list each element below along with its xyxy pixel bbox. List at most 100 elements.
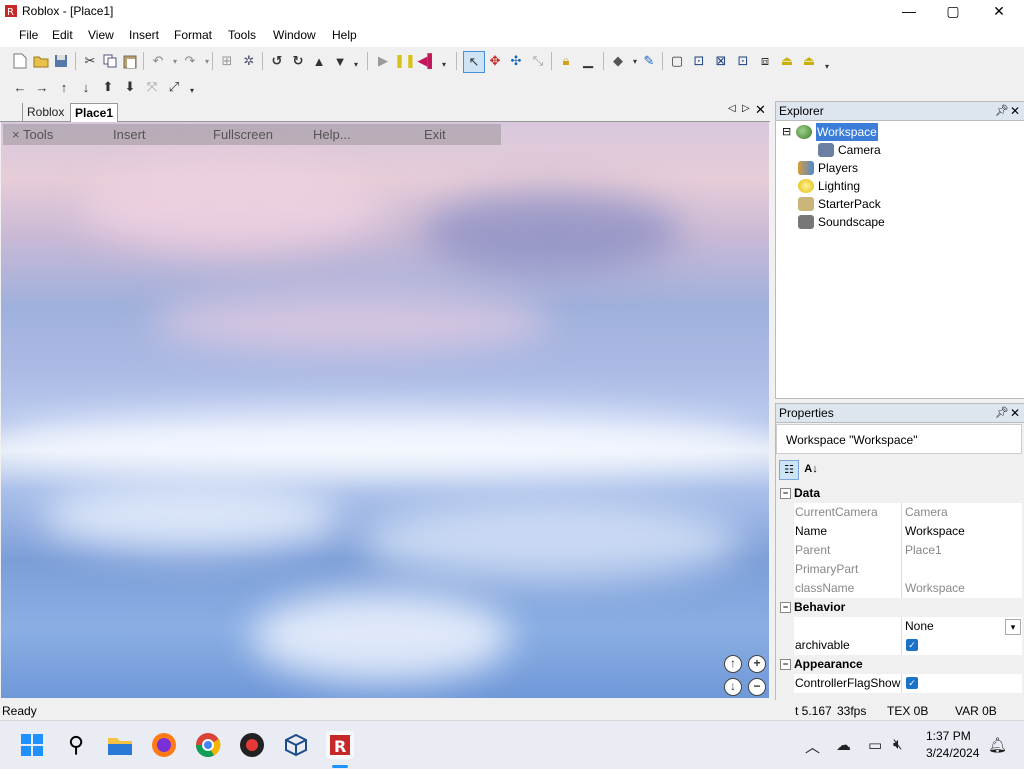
camera-up-icon[interactable]: ↑ bbox=[724, 655, 742, 673]
windows-start-icon[interactable] bbox=[18, 731, 46, 759]
category-appearance[interactable]: − Appearance bbox=[776, 655, 1022, 674]
frame4-icon[interactable]: ⧈ bbox=[756, 52, 774, 70]
category-behavior[interactable]: − Behavior bbox=[776, 598, 1022, 617]
file-explorer-icon[interactable] bbox=[106, 731, 134, 759]
categorized-sort-icon[interactable]: ☷ bbox=[779, 460, 799, 480]
viewport-tools-button[interactable]: × Tools bbox=[12, 127, 53, 142]
rotate-icon[interactable]: ↺ bbox=[268, 52, 286, 70]
name-value-field[interactable]: Workspace bbox=[901, 522, 1022, 541]
dropper-icon[interactable]: ✎ bbox=[640, 52, 658, 70]
redo-icon[interactable]: ↷ bbox=[181, 52, 199, 70]
tilt-icon[interactable]: ↻ bbox=[289, 52, 307, 70]
controller-select[interactable]: None bbox=[901, 617, 1022, 636]
tab-scroll-left-icon[interactable]: ◁ bbox=[728, 103, 736, 114]
chrome-icon[interactable] bbox=[194, 731, 222, 759]
clock-time[interactable]: 1:37 PM bbox=[926, 729, 971, 743]
triangle-up-icon[interactable]: ⬆ bbox=[99, 78, 117, 96]
lock-icon[interactable]: 🔒︎ bbox=[557, 52, 575, 70]
roblox-icon[interactable]: R bbox=[326, 731, 354, 759]
maximize-button[interactable]: ▢ bbox=[930, 0, 976, 23]
paint-icon[interactable]: ◆ bbox=[609, 52, 627, 70]
frame2-icon[interactable]: ⊠ bbox=[712, 52, 730, 70]
tray-chevron-up-icon[interactable]: ︿ bbox=[805, 736, 820, 757]
rect-icon[interactable]: ▢ bbox=[668, 52, 686, 70]
menu-window[interactable]: Window bbox=[273, 28, 316, 42]
property-row-currentcamera[interactable]: CurrentCamera Camera bbox=[776, 503, 1022, 522]
viewport-insert-button[interactable]: Insert bbox=[113, 127, 146, 142]
tree-item-starterpack[interactable]: StarterPack bbox=[798, 195, 881, 213]
3d-viewport[interactable]: × Tools Insert Fullscreen Help... Exit ↑… bbox=[1, 122, 769, 698]
toolbar-overflow-icon-2[interactable]: ▾ bbox=[440, 52, 448, 70]
close-button[interactable]: ✕ bbox=[976, 0, 1022, 23]
drop-up-icon[interactable]: ⏏ bbox=[778, 52, 796, 70]
frame1-icon[interactable]: ⊡ bbox=[690, 52, 708, 70]
tree-item-soundscape[interactable]: Soundscape bbox=[798, 213, 885, 231]
play-icon[interactable]: ▶ bbox=[374, 52, 392, 70]
notification-bell-icon[interactable]: 🔔︎ bbox=[988, 736, 1007, 754]
properties-pin-icon[interactable]: 📌︎ bbox=[995, 404, 1009, 422]
camera-zoom-in-icon[interactable]: + bbox=[748, 655, 766, 673]
archivable-checkbox-cell[interactable]: ✓ bbox=[901, 636, 1022, 655]
drop-up2-icon[interactable]: ⏏ bbox=[800, 52, 818, 70]
toolbar-overflow-icon[interactable]: ▾ bbox=[352, 52, 360, 70]
zoom-out-icon[interactable]: ⤢ bbox=[165, 78, 183, 96]
record-icon[interactable] bbox=[238, 731, 266, 759]
menu-view[interactable]: View bbox=[88, 28, 114, 42]
save-icon[interactable] bbox=[52, 52, 70, 70]
tree-item-players[interactable]: Players bbox=[798, 159, 858, 177]
controllerflag-checkbox-cell[interactable]: ✓ bbox=[901, 674, 1022, 693]
tree-item-lighting[interactable]: Lighting bbox=[798, 177, 860, 195]
checkbox-checked-icon[interactable]: ✓ bbox=[906, 639, 918, 651]
property-row-archivable[interactable]: archivable ✓ bbox=[776, 636, 1022, 655]
search-icon[interactable]: ⚲ bbox=[62, 731, 90, 759]
open-folder-icon[interactable] bbox=[32, 52, 50, 70]
reset-icon[interactable]: ◀▌ bbox=[417, 52, 436, 70]
tab-scroll-right-icon[interactable]: ▷ bbox=[742, 103, 750, 114]
checkbox-checked-icon[interactable]: ✓ bbox=[906, 677, 918, 689]
network-offline-icon[interactable]: ☁ bbox=[836, 736, 851, 754]
redo-dropdown-icon[interactable]: ▾ bbox=[198, 52, 216, 70]
properties-close-icon[interactable]: ✕ bbox=[1010, 404, 1020, 422]
collapse-category-icon[interactable]: − bbox=[780, 659, 791, 670]
virtualbox-icon[interactable] bbox=[282, 731, 310, 759]
explorer-close-icon[interactable]: ✕ bbox=[1010, 102, 1020, 120]
new-file-icon[interactable] bbox=[11, 52, 29, 70]
move-icon[interactable]: ✣ bbox=[507, 52, 525, 70]
category-data[interactable]: − Data bbox=[776, 484, 1022, 503]
tree-item-camera[interactable]: Camera bbox=[818, 141, 881, 159]
arrow-left-icon[interactable]: ← bbox=[11, 78, 29, 96]
group-icon[interactable]: ⊞ bbox=[218, 52, 236, 70]
tab-close-icon[interactable]: ✕ bbox=[755, 102, 766, 118]
frame3-icon[interactable]: ⊡ bbox=[734, 52, 752, 70]
anchor-icon[interactable]: ▁ bbox=[579, 52, 597, 70]
tree-item-workspace[interactable]: ⊟ Workspace bbox=[782, 123, 878, 141]
collapse-category-icon[interactable]: − bbox=[780, 488, 791, 499]
tab-roblox[interactable]: Roblox bbox=[22, 103, 68, 121]
cut-icon[interactable]: ✂ bbox=[81, 52, 99, 70]
ungroup-icon[interactable]: ✲ bbox=[240, 52, 258, 70]
property-row-classname[interactable]: className Workspace bbox=[776, 579, 1022, 598]
camera-zoom-out-icon[interactable]: − bbox=[748, 678, 766, 696]
chevron-down-icon[interactable]: ▾ bbox=[1005, 619, 1021, 635]
select-icon[interactable]: ↖ bbox=[463, 51, 485, 73]
triangle-down-icon[interactable]: ⬇ bbox=[121, 78, 139, 96]
arrow-down-icon[interactable]: ↓ bbox=[77, 78, 95, 96]
paste-icon[interactable] bbox=[121, 52, 139, 70]
arrow-right-icon[interactable]: → bbox=[33, 78, 51, 96]
property-row-parent[interactable]: Parent Place1 bbox=[776, 541, 1022, 560]
menu-format[interactable]: Format bbox=[174, 28, 212, 42]
copy-icon[interactable] bbox=[101, 52, 119, 70]
menu-insert[interactable]: Insert bbox=[129, 28, 159, 42]
viewport-fullscreen-button[interactable]: Fullscreen bbox=[213, 127, 273, 142]
explorer-pin-icon[interactable]: 📌︎ bbox=[995, 102, 1009, 120]
toolbar-overflow-icon-4[interactable]: ▾ bbox=[188, 78, 196, 96]
display-icon[interactable]: ▭ bbox=[868, 736, 882, 754]
undo-icon[interactable]: ↶ bbox=[149, 52, 167, 70]
viewport-exit-button[interactable]: Exit bbox=[424, 127, 446, 142]
property-row-primarypart[interactable]: PrimaryPart bbox=[776, 560, 1022, 579]
move-down-icon[interactable]: ▼ bbox=[331, 52, 349, 70]
viewport-help-button[interactable]: Help... bbox=[313, 127, 351, 142]
zoom-in-icon[interactable]: ⤧ bbox=[143, 78, 161, 96]
menu-edit[interactable]: Edit bbox=[52, 28, 73, 42]
tab-place1[interactable]: Place1 bbox=[70, 103, 119, 122]
